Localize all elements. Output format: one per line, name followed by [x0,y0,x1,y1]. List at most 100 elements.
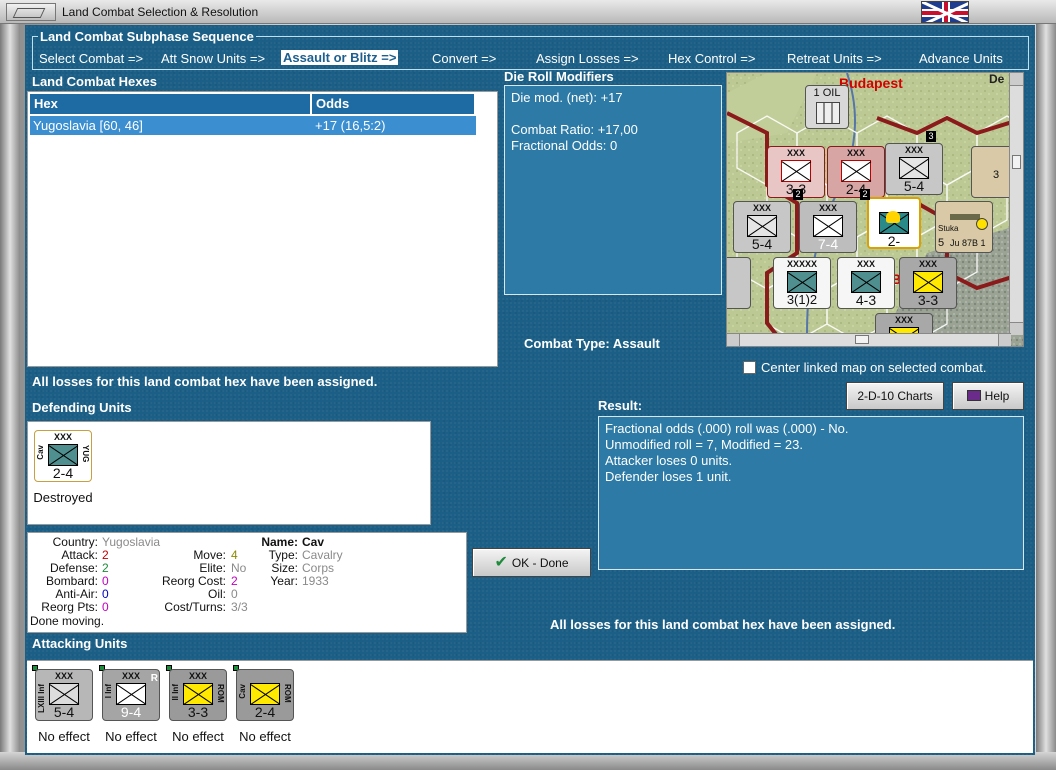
result-title: Result: [598,398,643,413]
losses-assigned-message-bottom: All losses for this land combat hex have… [550,617,896,632]
done-moving: Done moving. [30,614,105,628]
defending-unit-counter[interactable]: XXX Cav YUG 2-4 [34,430,92,482]
center-linked-map-label: Center linked map on selected combat. [761,360,987,375]
step-convert[interactable]: Convert => [432,51,496,66]
map-selected-unit-counter[interactable]: 2- [867,197,921,249]
ok-done-button[interactable]: ✔ OK - Done [472,548,591,577]
map-unit-counter[interactable]: XXX 5-4 [733,201,791,253]
map-unit-strength: 5-4 [751,236,773,252]
country-value: Yugoslavia [102,535,161,549]
attacking-unit-counter[interactable]: XXX I Inf R 9-4 [102,669,160,721]
antiair-key: Anti-Air: [55,587,98,601]
attacking-unit-status: No effect [239,729,291,744]
cost-turns-value: 3/3 [231,600,248,614]
map-horizontal-scrollbar[interactable] [727,333,1011,346]
map-unit-counter[interactable]: XXX 5-4 [885,143,943,195]
scroll-right-arrow-icon[interactable] [998,334,1011,346]
combat-fire-icon [886,211,900,223]
result-panel: Fractional odds (.000) roll was (.000) -… [598,416,1024,570]
combat-ratio: Combat Ratio: +17,00 [511,122,638,137]
reorg-pts-key: Reorg Pts: [41,600,98,614]
checkmark-icon: ✔ [494,554,508,571]
unit-size: XXX [53,432,72,442]
window-title: Land Combat Selection & Resolution [62,5,259,19]
map-city-partial: De [989,72,1005,86]
help-button-label: Help [984,389,1010,403]
step-hex-control[interactable]: Hex Control => [668,51,755,66]
main-panel: Land Combat Subphase Sequence Select Com… [25,25,1035,755]
attacking-unit-status: No effect [172,729,224,744]
map-unit-counter[interactable]: Stuka 5 Ju 87B 1 [935,201,993,253]
charts-button[interactable]: 2-D-10 Charts [846,382,944,410]
center-linked-map-option[interactable]: Center linked map on selected combat. [743,360,986,375]
scroll-thumb[interactable] [1012,155,1021,169]
map-unit-counter[interactable]: XXX 7-4 [799,201,857,253]
step-retreat-units[interactable]: Retreat Units => [787,51,882,66]
step-assault-or-blitz[interactable]: Assault or Blitz => [281,50,399,65]
result-line: Fractional odds (.000) roll was (.000) -… [605,421,849,436]
reorg-cost-key: Reorg Cost: [161,574,226,588]
unit-size: XXX [188,671,207,681]
bombard-value: 0 [102,574,109,588]
combat-type: Combat Type: Assault [524,336,660,351]
map-unit-counter[interactable]: XXX 3-3 [899,257,957,309]
scroll-left-arrow-icon[interactable] [727,334,740,346]
unit-info-panel: Country: Yugoslavia Attack: 2 Defense: 2… [27,532,467,633]
map-unit-counter[interactable]: 4 [727,257,751,309]
map-unit-counter[interactable]: XXX 4-3 [837,257,895,309]
scroll-down-arrow-icon[interactable] [1010,322,1023,335]
size-key: Size: [271,561,298,575]
step-advance-units[interactable]: Advance Units [919,51,1003,66]
defense-key: Defense: [49,561,98,575]
unit-strength: 9-4 [120,704,142,720]
help-button[interactable]: Help [952,382,1024,410]
map-unit-label: Stuka [938,224,959,233]
title-bar[interactable]: Land Combat Selection & Resolution [0,0,1056,24]
column-odds[interactable]: Odds [312,94,476,114]
stack-count-badge: 2 [793,189,803,200]
unit-strength: 5-4 [53,704,75,720]
bombard-key: Bombard: [45,574,98,588]
attacking-unit-counter[interactable]: XXX LXIII Inf 5-4 [35,669,93,721]
attack-key: Attack: [61,548,98,562]
system-menu-icon[interactable] [6,3,56,21]
table-row[interactable]: Yugoslavia [60, 46] +17 (16,5:2) [30,116,476,135]
stack-count-badge: 3 [926,131,936,142]
defense-value: 2 [102,561,109,575]
map-unit-strength: 2-4 [845,181,867,197]
map-unit-strength: 4-3 [855,292,877,308]
attack-value: 2 [102,548,109,562]
scroll-thumb[interactable] [855,335,869,344]
map-unit-strength: 2- [887,233,901,249]
attacking-unit-counter[interactable]: XXX II Inf ROM 3-3 [169,669,227,721]
oil-resource-counter[interactable]: 1 OIL [805,85,849,129]
unit-nation: ROM [216,684,225,703]
unit-nation: ROM [283,684,292,703]
elite-key: Elite: [199,561,226,575]
losses-assigned-message-top: All losses for this land combat hex have… [32,374,378,389]
step-select-combat[interactable]: Select Combat => [39,51,143,66]
unit-type: I Inf [104,684,113,699]
map-vertical-scrollbar[interactable] [1009,73,1023,335]
map-unit-counter[interactable]: XXX 2-4 [827,146,885,198]
uk-flag-icon[interactable] [921,1,969,23]
result-line: Attacker loses 0 units. [605,453,733,468]
center-linked-map-checkbox[interactable] [743,361,756,374]
unit-type: Cav [238,684,247,699]
unit-type: II Inf [171,684,180,701]
map-unit-strength: 3-3 [917,292,939,308]
step-assign-losses[interactable]: Assign Losses => [536,51,639,66]
fractional-odds: Fractional Odds: 0 [511,138,618,153]
attacking-unit-counter[interactable]: Cav ROM 2-4 [236,669,294,721]
land-combat-hexes-list[interactable]: Hex Odds Yugoslavia [60, 46] +17 (16,5:2… [27,91,498,367]
scroll-up-arrow-icon[interactable] [1010,73,1023,86]
column-hex[interactable]: Hex [30,94,312,114]
oil-barrels-icon [816,102,840,124]
size-value: Corps [302,561,335,575]
map-unit-counter[interactable]: XXXXX 3(1)2 [773,257,831,309]
step-att-snow-units[interactable]: Att Snow Units => [161,51,265,66]
linked-map[interactable]: Budapest De Be 1 OIL XXX 3-3 XXX 2-4 XXX… [726,72,1024,347]
unit-size: XXX [54,671,73,681]
name-key: Name: [261,535,298,549]
map-unit-strength: 5-4 [903,178,925,194]
